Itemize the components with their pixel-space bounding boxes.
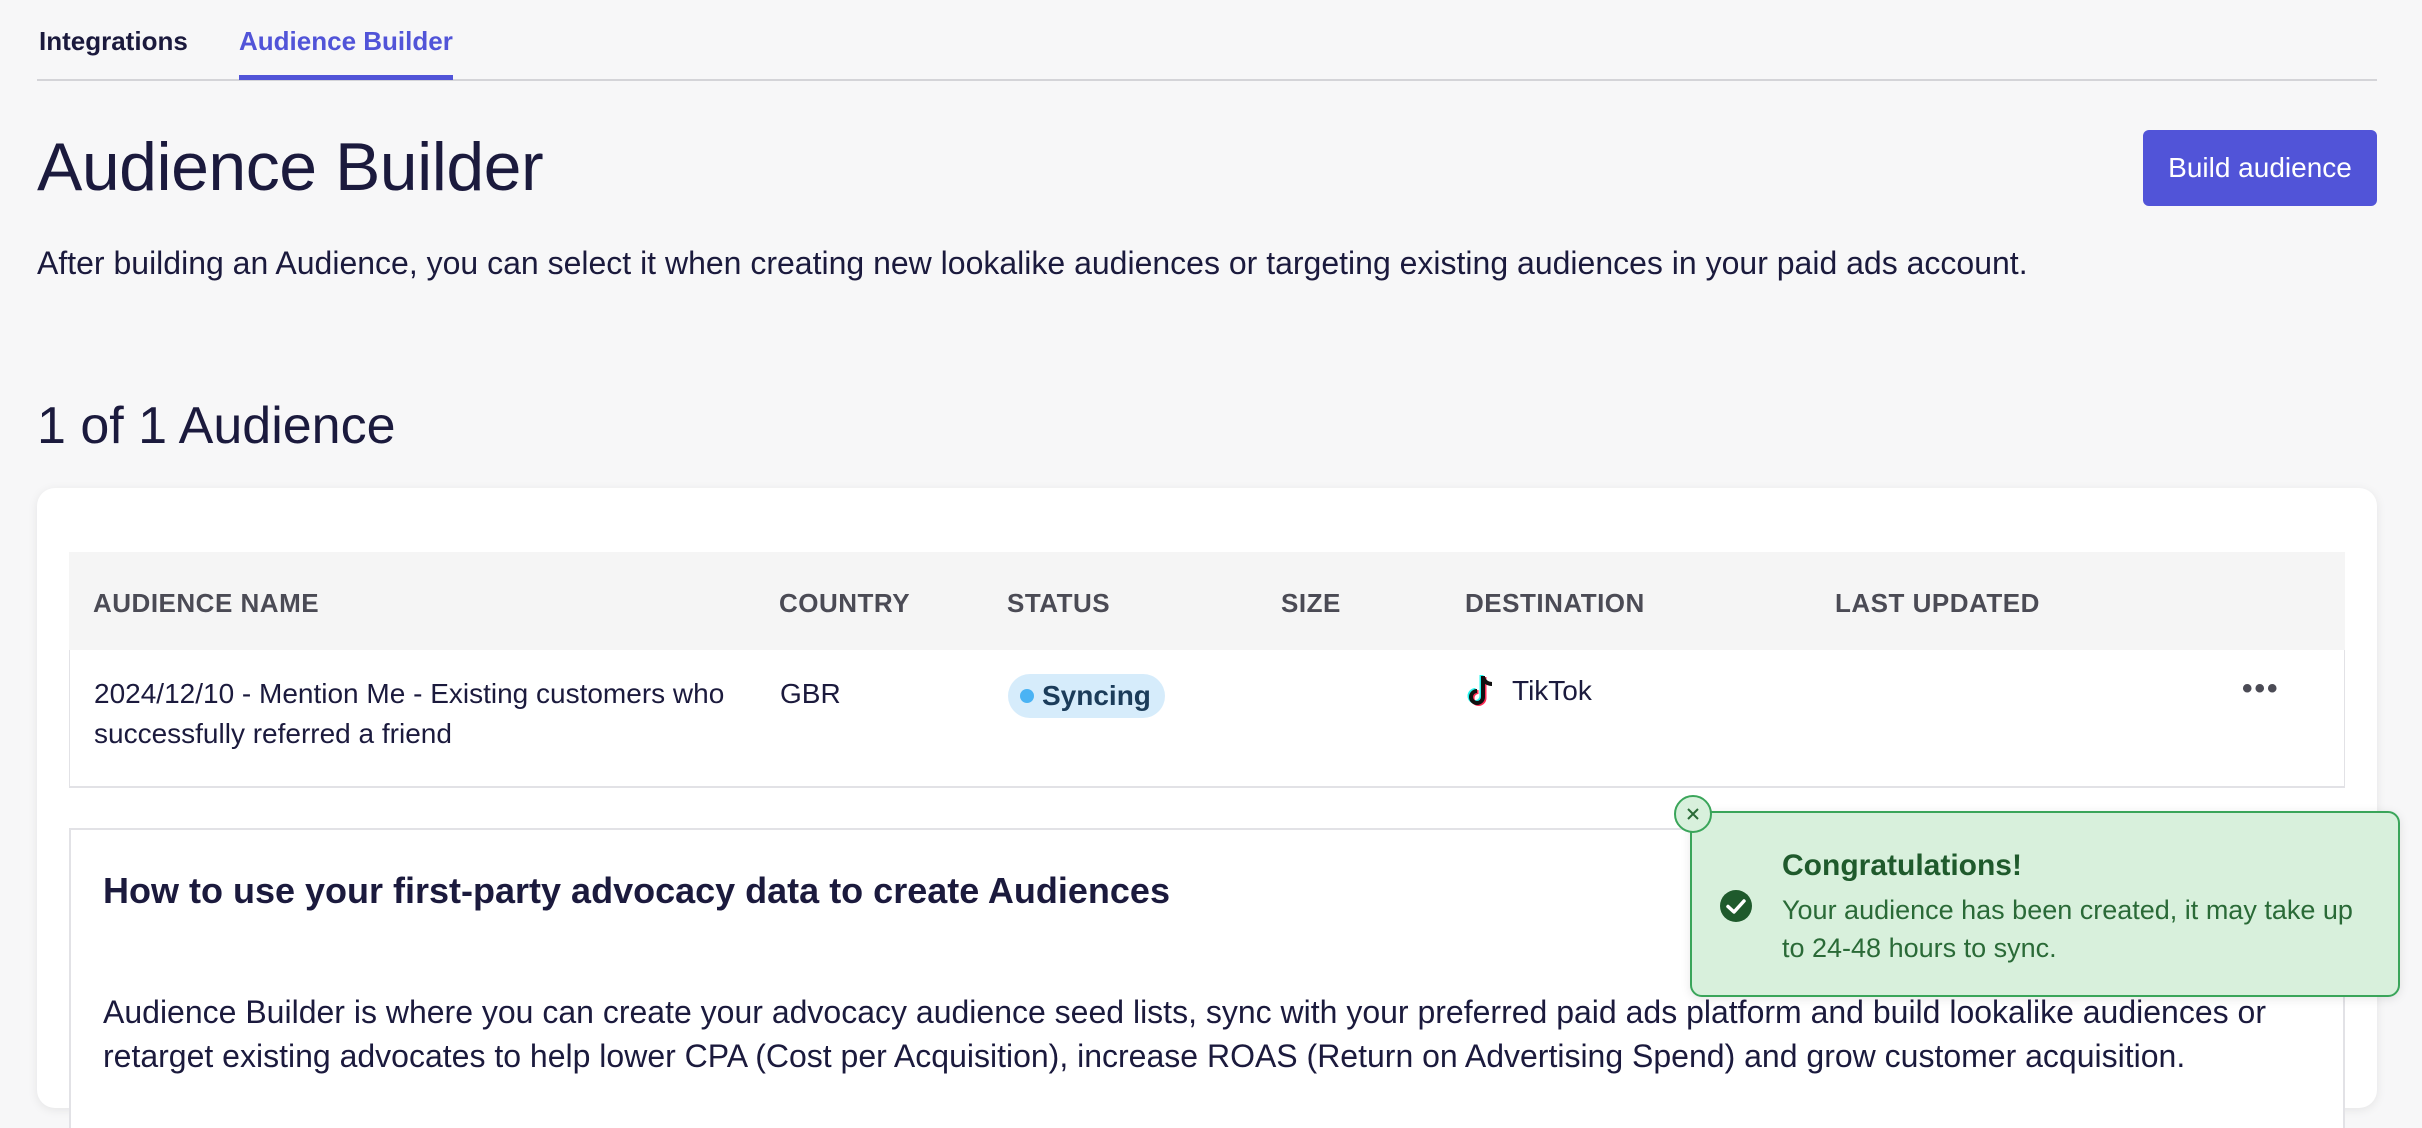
column-header-country: COUNTRY [779,588,911,618]
tiktok-icon [1467,675,1493,706]
destination-label: TikTok [1512,675,1592,706]
more-options-icon[interactable]: ••• [2242,672,2280,706]
toast-message: Your audience has been created, it may t… [1782,895,2353,963]
audience-card: AUDIENCE NAME COUNTRY STATUS SIZE DESTIN… [37,488,2377,1128]
column-header-size: SIZE [1281,588,1341,618]
page-title: Audience Builder [37,129,544,205]
check-circle-icon [1720,890,1752,922]
table-row[interactable]: 2024/12/10 - Mention Me - Existing custo… [69,650,2345,788]
success-toast: Congratulations! Your audience has been … [1674,795,2400,997]
country-cell: GBR [780,678,841,709]
status-badge: Syncing [1008,674,1165,718]
build-audience-button[interactable]: Build audience [2143,130,2377,206]
tab-integrations[interactable]: Integrations [39,26,188,75]
status-label: Syncing [1042,680,1151,711]
close-icon[interactable] [1674,795,1712,833]
audience-count-heading: 1 of 1 Audience [37,397,396,455]
tab-bar: Integrations Audience Builder [37,0,2377,81]
column-header-destination: DESTINATION [1465,588,1645,618]
page-description: After building an Audience, you can sele… [37,245,2028,281]
audience-table: AUDIENCE NAME COUNTRY STATUS SIZE DESTIN… [69,552,2345,788]
how-to-body: Audience Builder is where you can create… [103,994,2266,1074]
column-header-last-updated: LAST UPDATED [1835,588,2040,618]
destination-cell: TikTok [1466,674,1592,708]
table-header: AUDIENCE NAME COUNTRY STATUS SIZE DESTIN… [69,552,2345,650]
toast-title: Congratulations! [1782,849,2022,882]
column-header-status: STATUS [1007,588,1111,618]
status-dot-icon [1020,689,1034,703]
column-header-audience-name: AUDIENCE NAME [93,588,320,618]
audience-name-cell: 2024/12/10 - Mention Me - Existing custo… [94,678,725,749]
tab-audience-builder[interactable]: Audience Builder [239,26,453,80]
how-to-heading: How to use your first-party advocacy dat… [103,870,1170,911]
